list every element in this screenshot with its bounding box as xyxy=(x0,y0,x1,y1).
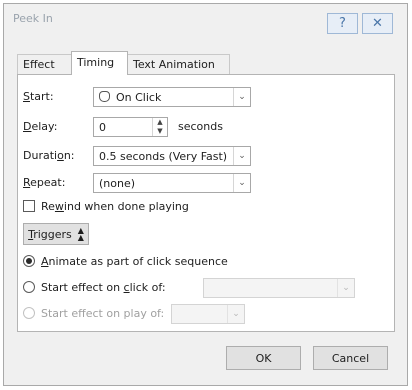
dialog-title: Peek In xyxy=(13,12,53,25)
spin-up-icon[interactable]: ▲ xyxy=(153,118,167,127)
tab-timing[interactable]: Timing xyxy=(71,51,128,75)
delay-label: Delay: xyxy=(23,120,58,133)
triggers-button[interactable]: Triggers ▲ ▲ xyxy=(23,223,89,245)
rewind-label: Rewind when done playing xyxy=(41,200,189,213)
chevron-down-icon: ⌄ xyxy=(233,88,250,106)
close-button[interactable]: ✕ xyxy=(362,13,393,34)
ok-button[interactable]: OK xyxy=(226,346,301,370)
animate-sequence-radio[interactable] xyxy=(23,255,35,267)
tab-text-animation[interactable]: Text Animation xyxy=(127,54,230,74)
repeat-label: Repeat: xyxy=(23,176,66,189)
start-on-play-radio[interactable] xyxy=(23,307,35,319)
duration-label: Duration: xyxy=(23,149,75,162)
start-on-click-radio[interactable] xyxy=(23,281,35,293)
tab-effect[interactable]: Effect xyxy=(17,54,72,74)
chevron-down-icon: ⌄ xyxy=(233,174,250,192)
title-bar: Peek In ? ✕ xyxy=(4,4,407,44)
timing-panel: Start: On Click ⌄ Delay: 0 ▲ ▼ seconds D… xyxy=(17,74,395,332)
cancel-button[interactable]: Cancel xyxy=(313,346,388,370)
collapse-arrow-icon: ▲ ▲ xyxy=(77,226,84,242)
chevron-down-icon: ⌄ xyxy=(337,279,354,297)
play-of-select[interactable]: ⌄ xyxy=(171,304,245,324)
start-label: Start: xyxy=(23,90,54,103)
start-on-play-label: Start effect on play of: xyxy=(41,307,165,320)
start-select[interactable]: On Click ⌄ xyxy=(93,87,251,107)
delay-unit: seconds xyxy=(178,120,223,133)
spin-down-icon[interactable]: ▼ xyxy=(153,127,167,136)
animate-sequence-label: Animate as part of click sequence xyxy=(41,255,228,268)
chevron-down-icon: ⌄ xyxy=(233,147,250,165)
rewind-checkbox[interactable] xyxy=(23,200,35,212)
repeat-select[interactable]: (none) ⌄ xyxy=(93,173,251,193)
help-button[interactable]: ? xyxy=(327,13,358,34)
mouse-click-icon xyxy=(99,91,110,102)
delay-spinner[interactable]: 0 ▲ ▼ xyxy=(93,117,168,137)
effect-options-dialog: Peek In ? ✕ Effect Timing Text Animation… xyxy=(3,3,408,386)
click-of-select[interactable]: ⌄ xyxy=(203,278,355,298)
close-icon: ✕ xyxy=(372,16,383,31)
chevron-down-icon: ⌄ xyxy=(227,305,244,323)
start-on-click-label: Start effect on click of: xyxy=(41,281,166,294)
duration-select[interactable]: 0.5 seconds (Very Fast) ⌄ xyxy=(93,146,251,166)
help-icon: ? xyxy=(339,16,346,31)
